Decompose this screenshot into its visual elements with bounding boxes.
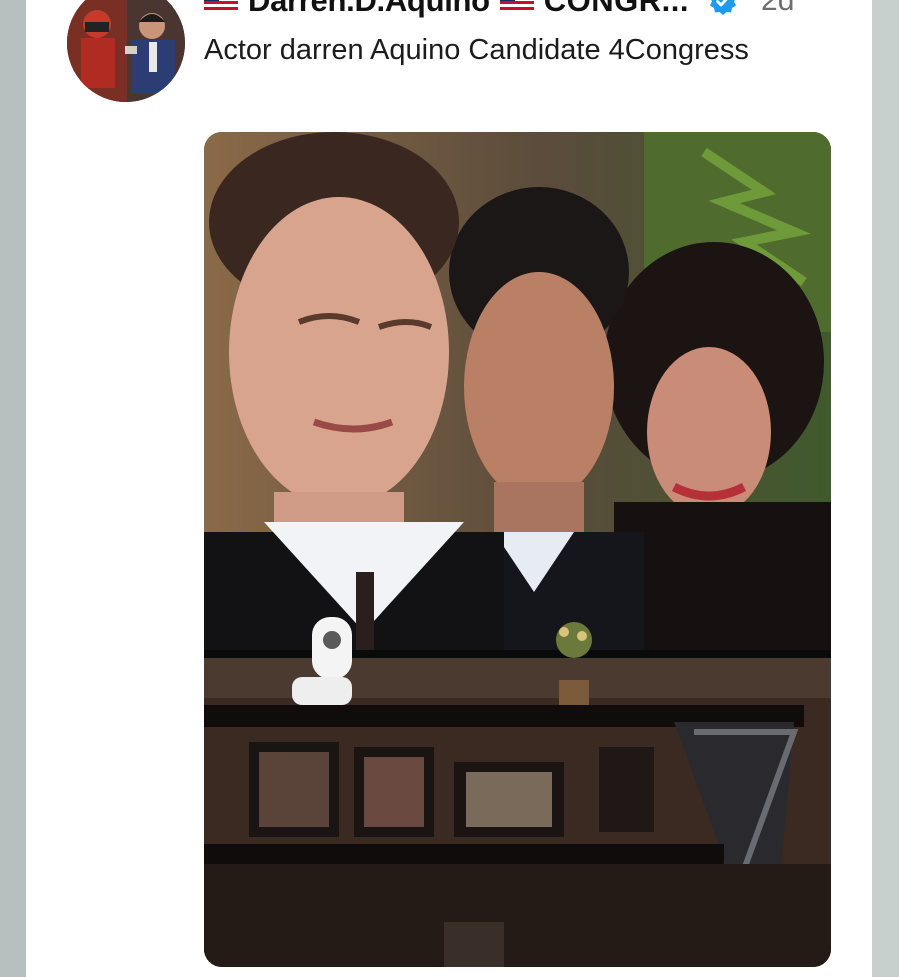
author-name-suffix[interactable]: CONGR... (544, 0, 689, 18)
post-timestamp[interactable]: 2d (761, 0, 794, 18)
post-text: Actor darren Aquino Candidate 4Congress (204, 34, 749, 66)
author-name[interactable]: Darren.D.Aquino (248, 0, 490, 18)
us-flag-icon (204, 0, 238, 13)
avatar-image (67, 0, 185, 102)
screen-frame: Darren.D.Aquino CONGR... 2d Actor darren… (0, 0, 899, 977)
author-avatar[interactable] (67, 0, 185, 102)
post-header: Darren.D.Aquino CONGR... 2d (204, 0, 864, 18)
verified-badge-icon (709, 0, 737, 15)
post-card[interactable]: Darren.D.Aquino CONGR... 2d Actor darren… (26, 0, 872, 977)
media-photo (204, 132, 831, 967)
us-flag-icon (499, 0, 534, 13)
post-media-image[interactable] (204, 132, 831, 967)
